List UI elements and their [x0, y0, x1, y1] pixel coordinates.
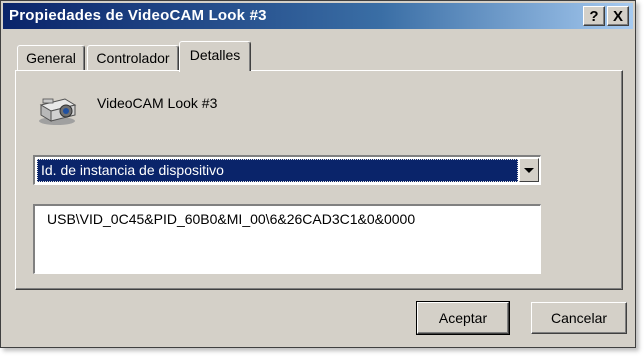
- title-bar[interactable]: Propiedades de VideoCAM Look #3 ? X: [3, 3, 633, 29]
- tab-detalles[interactable]: Detalles: [179, 41, 251, 74]
- properties-dialog: Propiedades de VideoCAM Look #3 ? X Gene…: [0, 0, 636, 348]
- close-button[interactable]: X: [607, 6, 629, 26]
- tab-detalles-label: Detalles: [189, 47, 241, 63]
- help-button[interactable]: ?: [583, 6, 605, 26]
- cancel-button[interactable]: Cancelar: [531, 302, 627, 334]
- tab-controlador-label: Controlador: [96, 50, 170, 66]
- close-icon: X: [612, 7, 623, 25]
- ok-button-label: Aceptar: [438, 310, 488, 326]
- tab-controlador[interactable]: Controlador: [87, 45, 179, 70]
- window-title: Propiedades de VideoCAM Look #3: [9, 7, 267, 24]
- tab-general-label: General: [26, 50, 76, 66]
- tab-general[interactable]: General: [17, 45, 85, 70]
- help-icon: ?: [589, 7, 599, 25]
- details-panel: [15, 70, 623, 290]
- cancel-button-label: Cancelar: [550, 310, 608, 326]
- ok-button[interactable]: Aceptar: [416, 301, 510, 335]
